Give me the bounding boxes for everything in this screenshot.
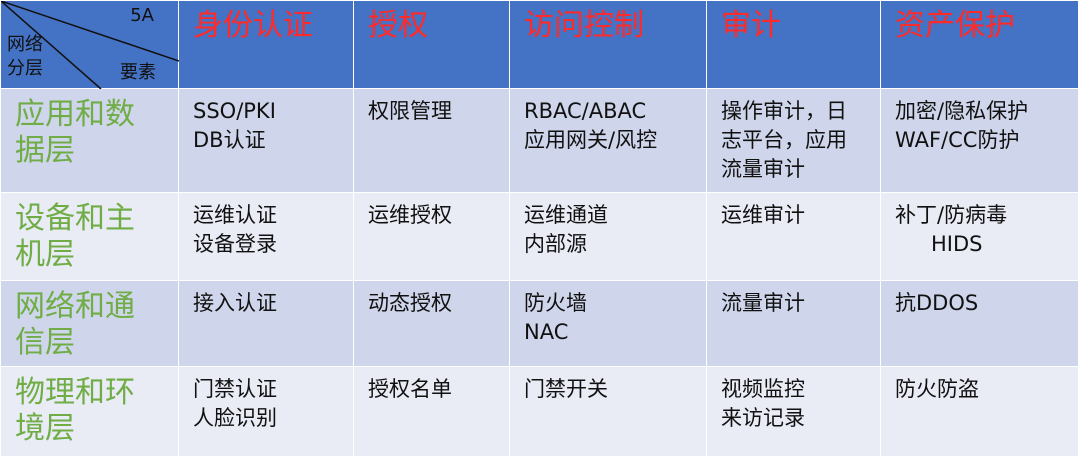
table-cell: 加密/隐私保护 WAF/CC防护 [880,88,1078,193]
table-cell: 抗DDOS [880,280,1078,367]
table-row: 网络和通 信层 接入认证 动态授权 防火墙 NAC 流量审计 抗DDOS [0,280,1078,367]
table-cell: 补丁/防病毒 HIDS [880,192,1078,281]
row-header-device-host: 设备和主 机层 [0,192,179,281]
table-cell: 接入认证 [178,280,354,367]
table-cell: 动态授权 [353,280,510,367]
table-cell: 操作审计，日 志平台，应用 流量审计 [706,88,881,193]
table-row: 物理和环 境层 门禁认证 人脸识别 授权名单 门禁开关 视频监控 来访记录 防火防盗 [0,366,1078,457]
col-header-authorization: 授权 [353,0,510,89]
col-header-asset-protection: 资产保护 [880,0,1078,89]
table-row: 设备和主 机层 运维认证 设备登录 运维授权 运维通道 内部源 运维审计 补丁/防病毒… [0,192,1078,281]
table-cell: RBAC/ABAC 应用网关/风控 [509,88,707,193]
table-cell: 运维审计 [706,192,881,281]
corner-top-label: 5A [130,5,154,26]
table-cell: 视频监控 来访记录 [706,366,881,457]
table-cell: 防火墙 NAC [509,280,707,367]
table-cell: 权限管理 [353,88,510,193]
corner-element-label: 要素 [120,62,156,83]
row-header-physical-environment: 物理和环 境层 [0,366,179,457]
col-header-authentication: 身份认证 [178,0,354,89]
table-cell: SSO/PKI DB认证 [178,88,354,193]
table-cell: 运维认证 设备登录 [178,192,354,281]
table-row: 应用和数 据层 SSO/PKI DB认证 权限管理 RBAC/ABAC 应用网关/风控… [0,88,1078,193]
row-header-network-communication: 网络和通 信层 [0,280,179,367]
col-header-access-control: 访问控制 [509,0,707,89]
header-row: 5A 网络 分层 要素 身份认证 授权 访问控制 审计 资产保护 [0,0,1078,89]
security-5a-table: 5A 网络 分层 要素 身份认证 授权 访问控制 审计 资产保护 应用和数 据层 … [0,0,1078,457]
corner-cell: 5A 网络 分层 要素 [0,0,179,89]
table-cell: 流量审计 [706,280,881,367]
col-header-audit: 审计 [706,0,881,89]
corner-network-label: 网络 分层 [7,34,43,79]
table-cell: 运维授权 [353,192,510,281]
table-cell: 门禁开关 [509,366,707,457]
row-header-application-data: 应用和数 据层 [0,88,179,193]
table-cell: 授权名单 [353,366,510,457]
table-cell: 防火防盗 [880,366,1078,457]
table-cell: 门禁认证 人脸识别 [178,366,354,457]
table-cell: 运维通道 内部源 [509,192,707,281]
